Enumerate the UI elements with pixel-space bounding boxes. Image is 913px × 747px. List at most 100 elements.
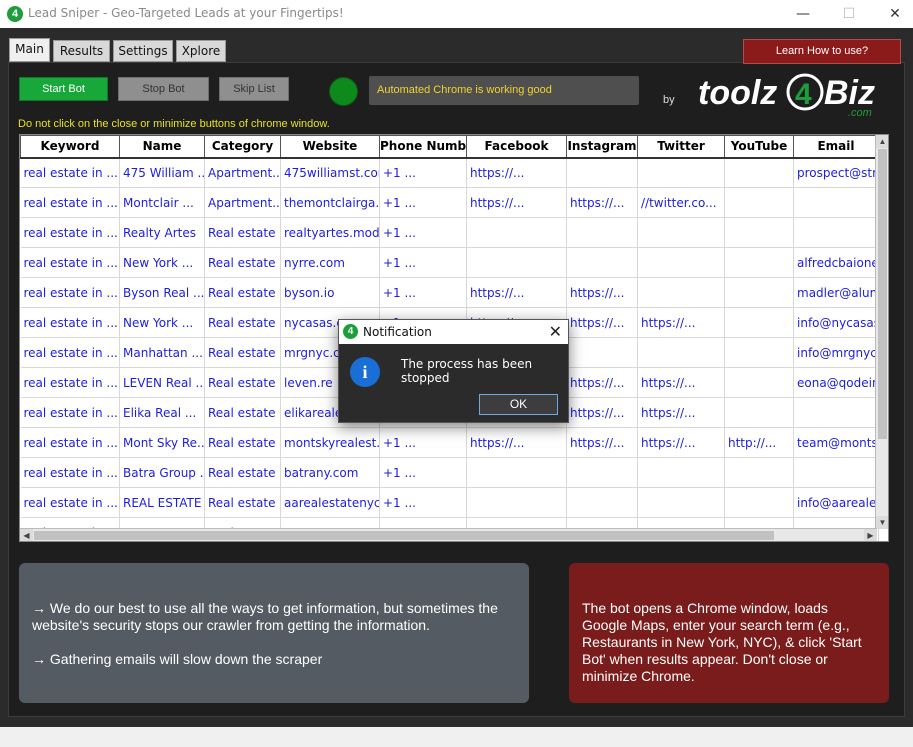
skip-list-button[interactable]: Skip List bbox=[219, 77, 289, 101]
table-cell[interactable] bbox=[566, 247, 638, 278]
table-cell[interactable]: Byson Real ... bbox=[119, 277, 205, 308]
table-row[interactable]: real estate in ... Batra Group ... Real es… bbox=[20, 457, 879, 488]
table-cell[interactable] bbox=[724, 457, 794, 488]
table-cell[interactable]: +1 ... bbox=[379, 457, 467, 488]
table-cell[interactable] bbox=[637, 457, 725, 488]
table-cell[interactable]: https://... bbox=[637, 367, 725, 398]
column-header[interactable]: Facebook bbox=[466, 135, 567, 159]
table-cell[interactable] bbox=[637, 487, 725, 518]
table-row[interactable]: real estate in ... Byson Real ... Real est… bbox=[20, 277, 879, 308]
table-cell[interactable] bbox=[637, 217, 725, 248]
table-cell[interactable] bbox=[466, 487, 567, 518]
table-cell[interactable]: real estate in ... bbox=[20, 187, 120, 218]
table-cell[interactable]: Real estate ... bbox=[204, 397, 281, 428]
table-cell[interactable]: real estate in ... bbox=[20, 367, 120, 398]
table-cell[interactable]: +1 ... bbox=[379, 277, 467, 308]
column-header[interactable]: Category bbox=[204, 135, 281, 159]
table-cell[interactable] bbox=[724, 217, 794, 248]
table-cell[interactable] bbox=[566, 157, 638, 188]
table-row[interactable]: real estate in ... Montclair ... Apartment… bbox=[20, 187, 879, 218]
table-cell[interactable]: Apartment... bbox=[204, 187, 281, 218]
table-cell[interactable]: +1 ... bbox=[379, 427, 467, 458]
start-bot-button[interactable]: Start Bot bbox=[19, 77, 108, 101]
table-cell[interactable]: Apartment... bbox=[204, 157, 281, 188]
table-cell[interactable]: https://... bbox=[466, 277, 567, 308]
table-cell[interactable] bbox=[466, 247, 567, 278]
table-cell[interactable]: New York ... bbox=[119, 307, 205, 338]
table-cell[interactable]: info@nycasas.c bbox=[793, 307, 879, 338]
table-cell[interactable]: Real estate ... bbox=[204, 367, 281, 398]
table-cell[interactable]: https://... bbox=[637, 427, 725, 458]
table-cell[interactable]: +1 ... bbox=[379, 247, 467, 278]
column-header[interactable]: Email bbox=[793, 135, 879, 159]
column-header[interactable]: Phone Number bbox=[379, 135, 467, 159]
table-cell[interactable] bbox=[566, 457, 638, 488]
table-cell[interactable]: https://... bbox=[637, 397, 725, 428]
table-cell[interactable]: https://... bbox=[566, 187, 638, 218]
minimize-button[interactable]: — bbox=[792, 4, 814, 24]
tab-settings[interactable]: Settings bbox=[113, 40, 173, 62]
table-cell[interactable]: Real estate ... bbox=[204, 247, 281, 278]
table-cell[interactable] bbox=[724, 367, 794, 398]
table-cell[interactable]: New York ... bbox=[119, 247, 205, 278]
table-cell[interactable]: info@aarealest bbox=[793, 487, 879, 518]
table-cell[interactable]: https://... bbox=[637, 307, 725, 338]
table-cell[interactable]: real estate in ... bbox=[20, 457, 120, 488]
table-row[interactable]: real estate in ... 475 William ... Apartme… bbox=[20, 157, 879, 188]
table-cell[interactable]: //twitter.co... bbox=[637, 187, 725, 218]
close-button[interactable]: ✕ bbox=[884, 4, 906, 24]
table-cell[interactable]: https://... bbox=[566, 307, 638, 338]
column-header[interactable]: YouTube bbox=[724, 135, 794, 159]
table-cell[interactable]: aarealestatenyc... bbox=[280, 487, 380, 518]
table-cell[interactable]: Real estate ... bbox=[204, 457, 281, 488]
table-cell[interactable]: Real estate ... bbox=[204, 217, 281, 248]
table-cell[interactable]: Elika Real ... bbox=[119, 397, 205, 428]
table-cell[interactable]: Real estate ... bbox=[204, 277, 281, 308]
table-cell[interactable] bbox=[566, 217, 638, 248]
table-cell[interactable] bbox=[637, 337, 725, 368]
scroll-left-arrow-icon[interactable]: ◀ bbox=[20, 529, 33, 541]
table-cell[interactable]: 475 William ... bbox=[119, 157, 205, 188]
table-cell[interactable]: real estate in ... bbox=[20, 337, 120, 368]
table-cell[interactable]: https://... bbox=[566, 277, 638, 308]
table-cell[interactable]: realtyartes.mod... bbox=[280, 217, 380, 248]
table-cell[interactable]: Real estate ... bbox=[204, 427, 281, 458]
table-cell[interactable]: Real estate ... bbox=[204, 487, 281, 518]
horizontal-scrollbar[interactable]: ◀ ▶ bbox=[20, 528, 877, 541]
scroll-up-arrow-icon[interactable]: ▲ bbox=[876, 135, 888, 148]
table-cell[interactable]: https://... bbox=[566, 427, 638, 458]
dialog-ok-button[interactable]: OK bbox=[479, 394, 558, 415]
column-header[interactable]: Keyword bbox=[20, 135, 120, 159]
column-header[interactable]: Website bbox=[280, 135, 380, 159]
table-cell[interactable]: byson.io bbox=[280, 277, 380, 308]
dialog-close-icon[interactable]: ✕ bbox=[549, 322, 562, 341]
table-cell[interactable]: REAL ESTATE ... bbox=[119, 487, 205, 518]
table-cell[interactable]: real estate in ... bbox=[20, 427, 120, 458]
table-cell[interactable] bbox=[566, 487, 638, 518]
table-cell[interactable]: http://... bbox=[724, 427, 794, 458]
table-cell[interactable]: LEVEN Real ... bbox=[119, 367, 205, 398]
tab-results[interactable]: Results bbox=[53, 40, 110, 62]
table-cell[interactable] bbox=[793, 457, 879, 488]
table-cell[interactable]: Real estate ... bbox=[204, 307, 281, 338]
table-cell[interactable]: +1 ... bbox=[379, 157, 467, 188]
table-cell[interactable] bbox=[724, 487, 794, 518]
table-cell[interactable] bbox=[466, 217, 567, 248]
table-cell[interactable]: real estate in ... bbox=[20, 307, 120, 338]
tab-main[interactable]: Main bbox=[9, 38, 50, 62]
table-cell[interactable]: https://... bbox=[466, 427, 567, 458]
table-cell[interactable]: prospect@strik bbox=[793, 157, 879, 188]
table-cell[interactable]: real estate in ... bbox=[20, 277, 120, 308]
table-cell[interactable] bbox=[637, 277, 725, 308]
table-cell[interactable]: real estate in ... bbox=[20, 157, 120, 188]
table-cell[interactable] bbox=[724, 277, 794, 308]
table-row[interactable]: real estate in ... Mont Sky Re... Real est… bbox=[20, 427, 879, 458]
table-cell[interactable]: Real estate ... bbox=[204, 337, 281, 368]
table-cell[interactable]: real estate in ... bbox=[20, 247, 120, 278]
table-cell[interactable] bbox=[724, 157, 794, 188]
scroll-down-arrow-icon[interactable]: ▼ bbox=[876, 516, 888, 529]
table-cell[interactable]: themontclairga... bbox=[280, 187, 380, 218]
table-cell[interactable]: +1 ... bbox=[379, 487, 467, 518]
table-cell[interactable] bbox=[724, 247, 794, 278]
table-cell[interactable] bbox=[637, 247, 725, 278]
